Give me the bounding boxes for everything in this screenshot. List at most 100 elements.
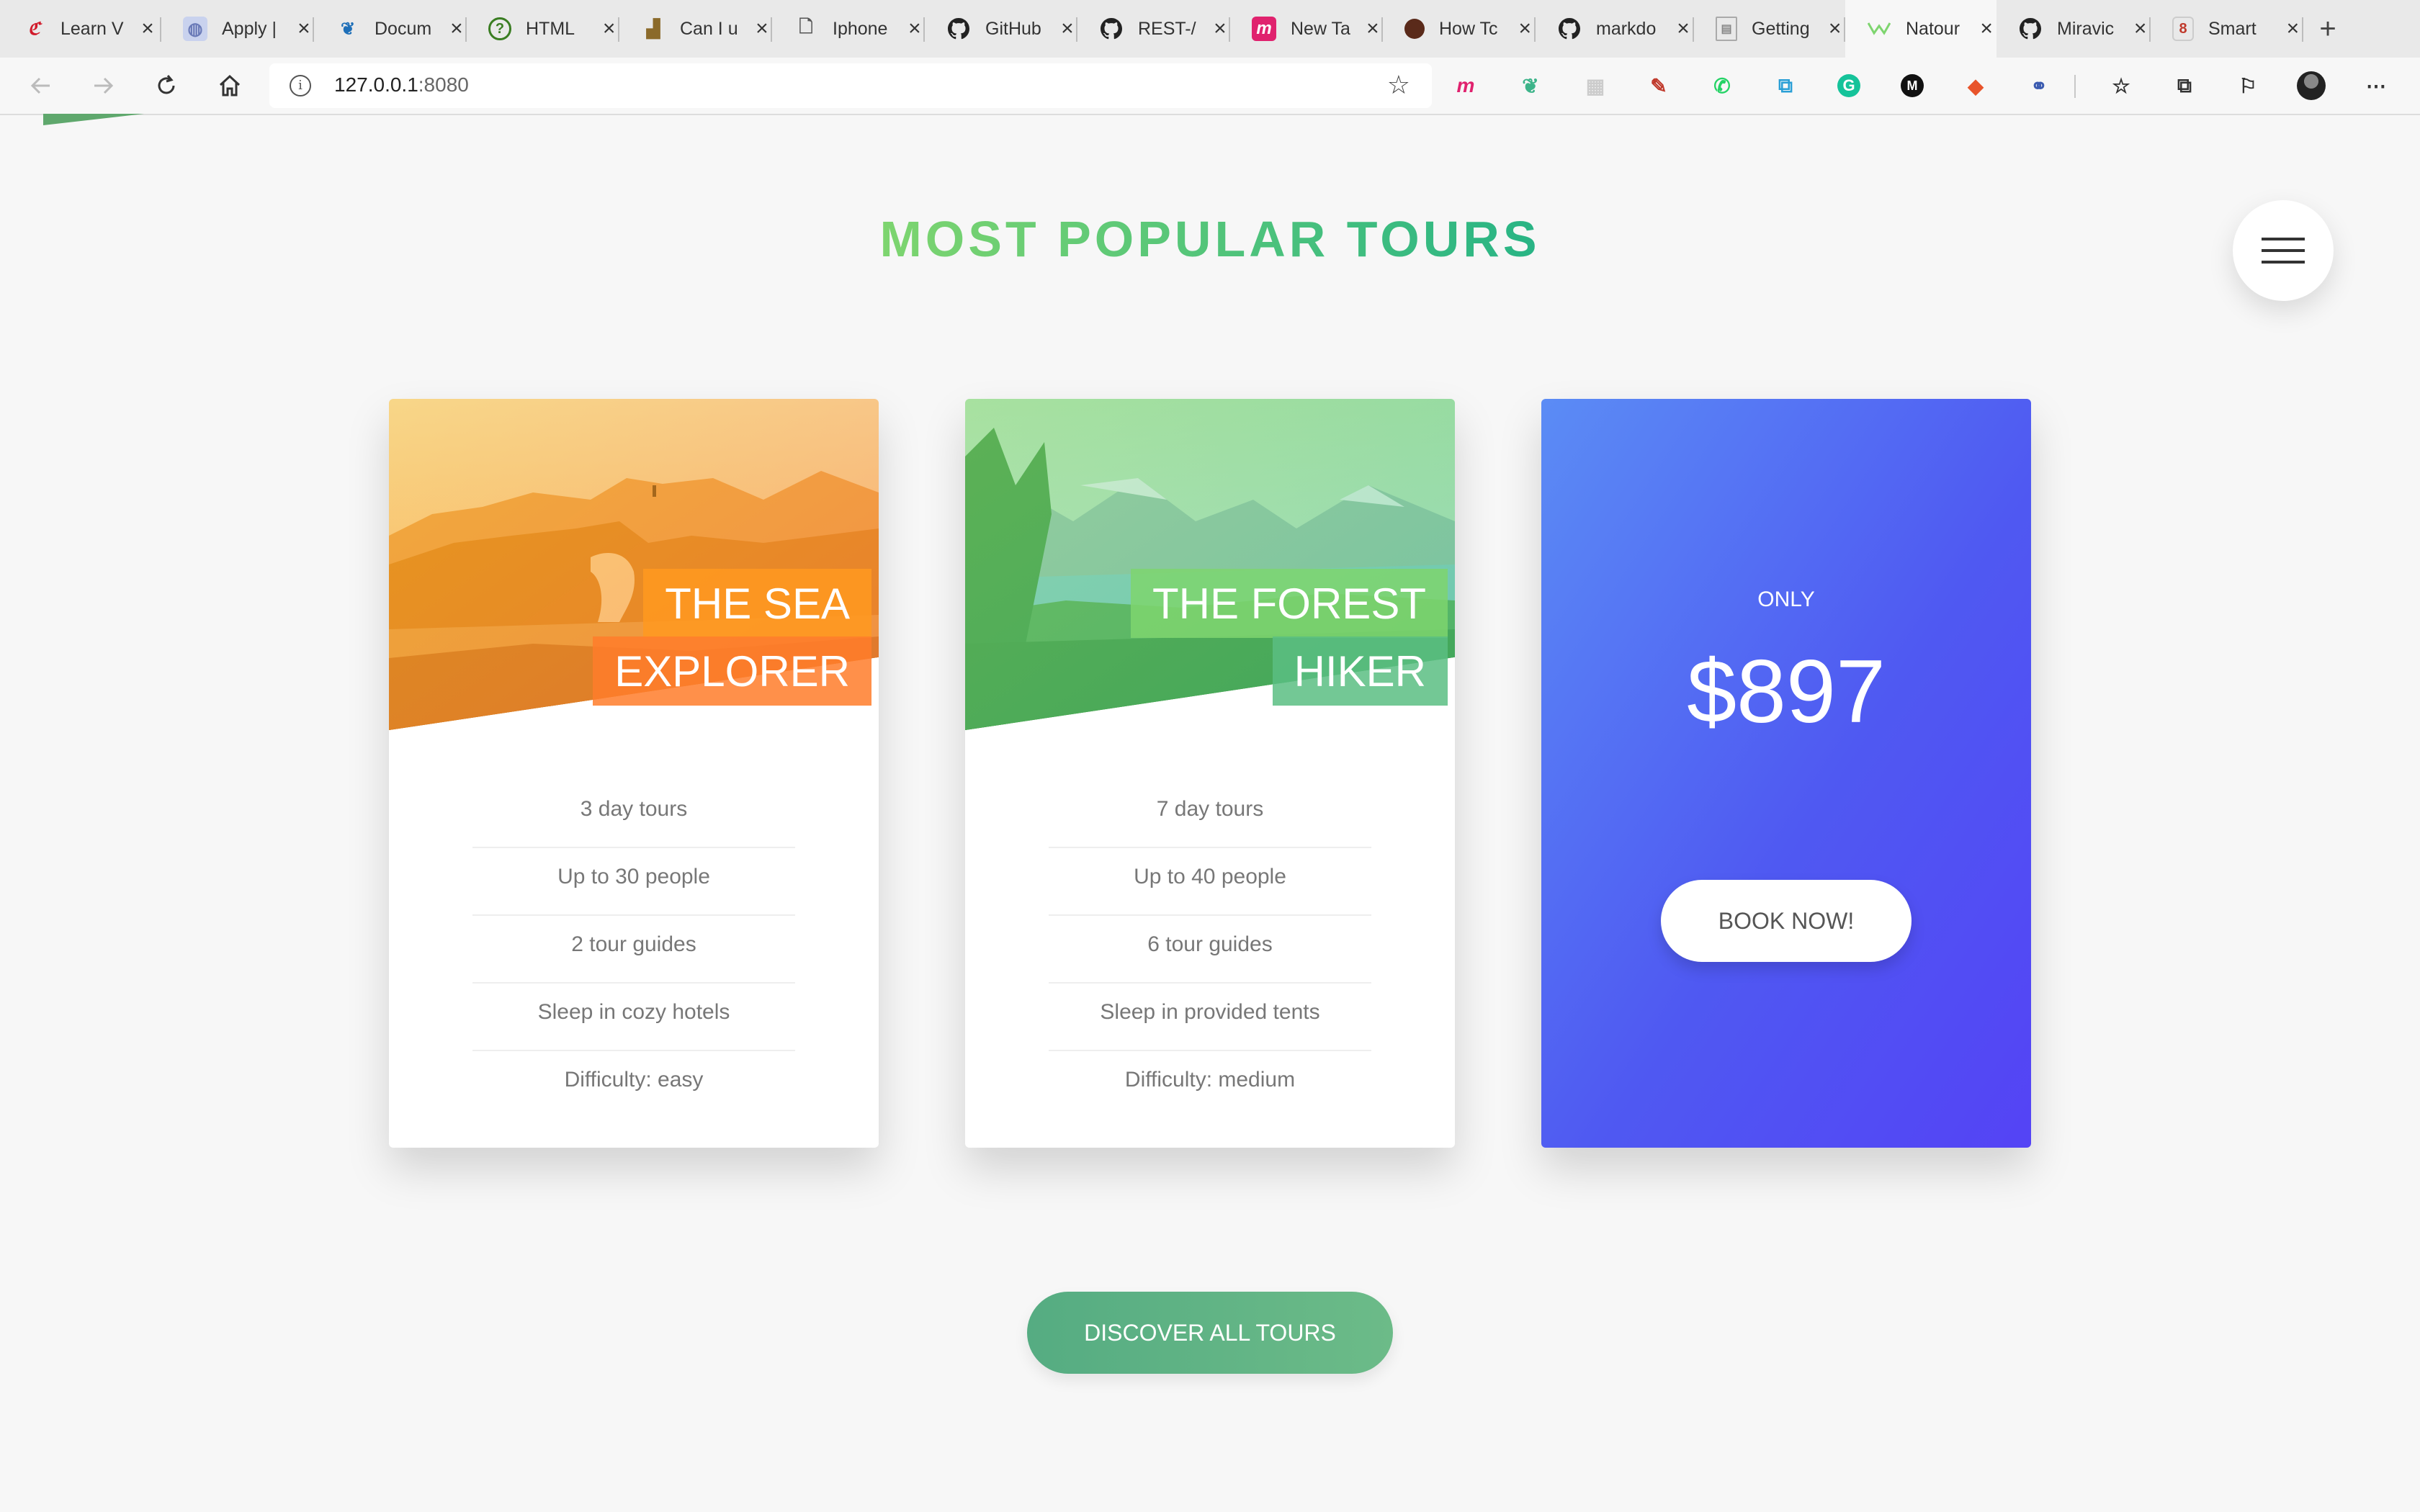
link-extension-icon[interactable]: ⚭ <box>2024 71 2054 101</box>
section-edge-decoration <box>43 114 144 125</box>
tour-card-forest-hiker[interactable]: THE FOREST HIKER 7 day tours Up to 40 pe… <box>965 399 1455 1148</box>
tour-card-details: 3 day tours Up to 30 people 2 tour guide… <box>472 780 795 1117</box>
navigation-menu-button[interactable] <box>2233 200 2334 301</box>
tab-title: Can I u <box>680 18 738 39</box>
close-tab-icon[interactable]: × <box>2130 17 2151 41</box>
page-icon: ▤ <box>1716 17 1737 41</box>
question-circle-icon: ? <box>488 17 511 40</box>
medium-extension-icon[interactable]: M <box>1897 71 1927 101</box>
tab-title: Iphone <box>833 18 888 39</box>
tour-card-details: 7 day tours Up to 40 people 6 tour guide… <box>1049 780 1371 1117</box>
tour-detail-item: Sleep in provided tents <box>1049 984 1371 1051</box>
site-info-icon[interactable]: i <box>290 75 311 96</box>
close-tab-icon[interactable]: × <box>294 17 314 41</box>
avatar-icon <box>1404 19 1425 39</box>
close-tab-icon[interactable]: × <box>905 17 925 41</box>
bird-icon: ❦ <box>340 19 356 39</box>
section-heading: MOST POPULAR TOURS <box>879 211 1541 267</box>
tab-title: How Tc <box>1439 18 1498 39</box>
forward-button[interactable] <box>85 68 121 104</box>
grammarly-icon[interactable]: G <box>1834 71 1864 101</box>
tab-title: Learn V <box>60 18 124 39</box>
home-button[interactable] <box>212 68 248 104</box>
tour-card-title-line: HIKER <box>1272 636 1448 706</box>
browser-tab[interactable]: Miravic × <box>1996 0 2151 58</box>
hamburger-icon <box>2262 261 2305 264</box>
address-bar[interactable]: i 127.0.0.1:8080 ☆ <box>269 63 1432 108</box>
translate-extension-icon[interactable]: ⧉ <box>1770 71 1801 101</box>
tab-title: Natour <box>1906 18 1960 39</box>
globe-icon: ◍ <box>183 17 207 41</box>
tab-strip: ℭ Learn V × ◍ Apply | × ❦ Docum × ? HTML… <box>0 0 2420 58</box>
browser-tab[interactable]: GitHub × <box>925 0 1077 58</box>
smart-icon: 8 <box>2172 17 2194 41</box>
close-tab-icon[interactable]: × <box>752 17 772 41</box>
whatsapp-icon[interactable]: ✆ <box>1707 71 1737 101</box>
collections-icon[interactable]: ⧉ <box>2169 71 2200 101</box>
hamburger-icon <box>2262 249 2305 252</box>
fox-extension-icon[interactable]: ◆ <box>1960 71 1991 101</box>
profile-avatar-icon[interactable] <box>2296 71 2326 101</box>
back-button[interactable] <box>23 68 59 104</box>
tour-detail-item: Up to 30 people <box>472 848 795 916</box>
close-tab-icon[interactable]: × <box>1672 17 1694 41</box>
close-tab-icon[interactable]: × <box>447 17 467 41</box>
browser-tab[interactable]: ▤ Getting × <box>1694 0 1845 58</box>
tour-detail-item: Up to 40 people <box>1049 848 1371 916</box>
browser-tab[interactable]: 🗋 Iphone × <box>772 0 925 58</box>
close-tab-icon[interactable]: × <box>599 17 619 41</box>
browser-tab[interactable]: ❦ Docum × <box>314 0 467 58</box>
book-now-button[interactable]: BOOK NOW! <box>1661 880 1912 962</box>
close-tab-icon[interactable]: × <box>2282 17 2303 41</box>
browser-tab[interactable]: 8 Smart × <box>2151 0 2303 58</box>
forward-arrow-icon <box>94 77 114 94</box>
tab-title: New Ta <box>1291 18 1350 39</box>
hamburger-icon <box>2262 238 2305 240</box>
reload-button[interactable] <box>148 68 184 104</box>
natours-icon <box>1867 17 1891 41</box>
red-script-icon: ℭ <box>27 19 40 39</box>
close-tab-icon[interactable]: × <box>137 17 158 41</box>
tab-title: REST-/ <box>1138 18 1196 39</box>
tour-detail-item: Difficulty: medium <box>1124 1068 1296 1092</box>
browser-tab[interactable]: ? HTML × <box>467 0 619 58</box>
feedback-icon[interactable]: ⚐ <box>2233 71 2263 101</box>
browser-tab[interactable]: ℭ Learn V × <box>0 0 161 58</box>
m-logo-icon: m <box>1252 17 1276 41</box>
discover-all-tours-button[interactable]: DISCOVER ALL TOURS <box>1027 1292 1393 1374</box>
tour-detail-item: 2 tour guides <box>472 916 795 984</box>
tab-title: Getting <box>1752 18 1810 39</box>
tab-title: Miravic <box>2057 18 2115 39</box>
close-tab-icon[interactable]: × <box>1057 17 1077 41</box>
chart-icon: ▟ <box>646 19 660 39</box>
close-tab-icon[interactable]: × <box>1824 17 1845 41</box>
browser-tab-active[interactable]: Natour × <box>1845 0 1996 58</box>
new-tab-button[interactable]: + <box>2311 12 2345 46</box>
browser-tab[interactable]: m New Ta × <box>1230 0 1383 58</box>
home-icon <box>219 74 241 96</box>
m-extension-icon[interactable]: m <box>1451 71 1481 101</box>
favorite-star-icon[interactable]: ☆ <box>1387 72 1410 98</box>
browser-tab[interactable]: REST-/ × <box>1077 0 1230 58</box>
browser-tab[interactable]: How Tc × <box>1383 0 1536 58</box>
close-tab-icon[interactable]: × <box>1210 17 1230 41</box>
url-text[interactable]: 127.0.0.1:8080 <box>334 73 469 96</box>
favorites-list-icon[interactable]: ☆ <box>2106 71 2136 101</box>
tour-card-sea-explorer[interactable]: THE SEA EXPLORER 3 day tours Up to 30 pe… <box>389 399 879 1148</box>
tour-detail-item: Sleep in cozy hotels <box>472 984 795 1051</box>
tour-card-price-side[interactable]: ONLY $897 BOOK NOW! <box>1541 399 2031 1148</box>
tour-card-title-line: THE SEA <box>643 569 871 638</box>
feather-extension-icon[interactable]: ❦ <box>1515 71 1546 101</box>
pen-extension-icon[interactable]: ✎ <box>1644 71 1674 101</box>
close-tab-icon[interactable]: × <box>1514 17 1536 41</box>
tour-detail-item: Difficulty: easy <box>564 1068 704 1092</box>
browser-tab[interactable]: ◍ Apply | × <box>161 0 314 58</box>
close-tab-icon[interactable]: × <box>1976 17 1996 41</box>
tab-title: Apply | <box>222 18 277 39</box>
browser-tab[interactable]: ▟ Can I u × <box>619 0 772 58</box>
more-menu-icon[interactable]: ⋯ <box>2361 71 2391 101</box>
browser-tab[interactable]: markdo × <box>1536 0 1694 58</box>
close-tab-icon[interactable]: × <box>1363 17 1383 41</box>
grid-extension-icon[interactable]: ▦ <box>1580 71 1610 101</box>
tab-title: GitHub <box>985 18 1041 39</box>
